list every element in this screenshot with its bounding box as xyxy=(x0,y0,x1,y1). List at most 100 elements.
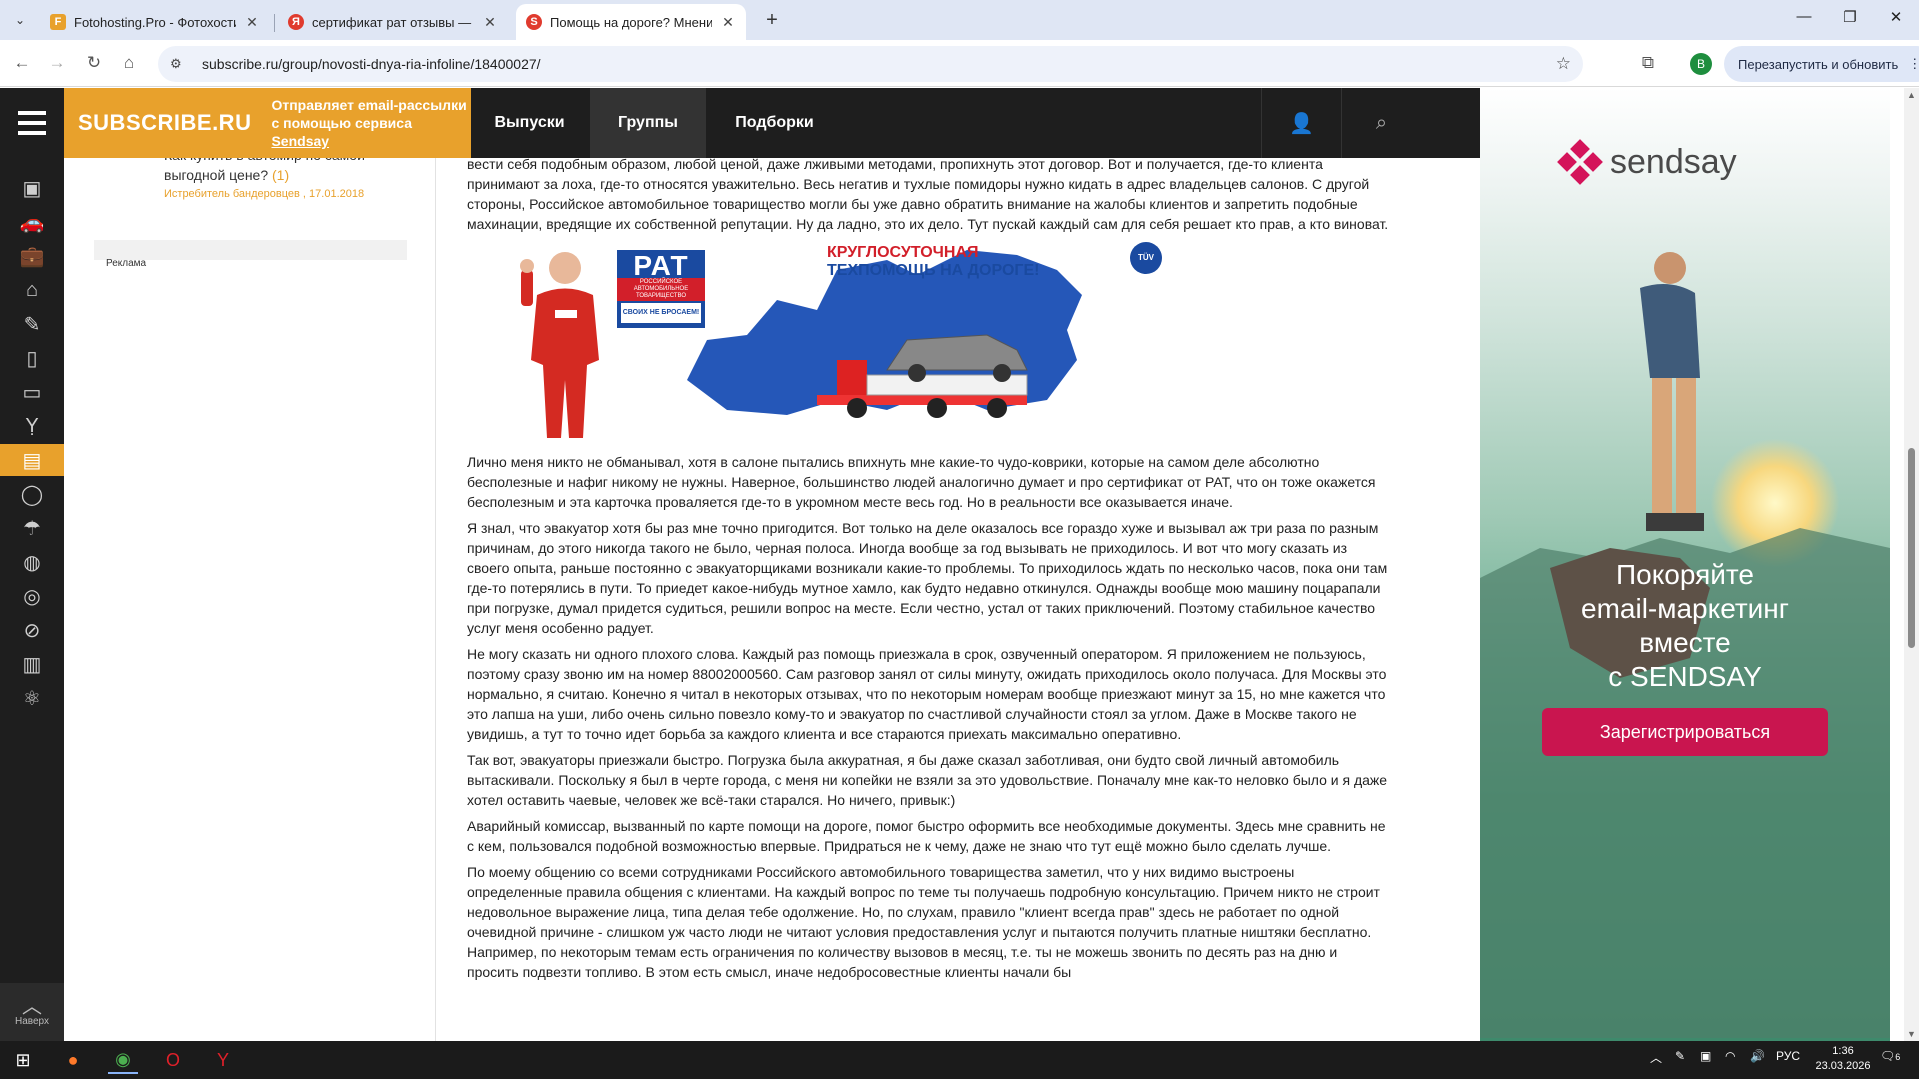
system-clock[interactable]: 1:36 23.03.2026 xyxy=(1813,1044,1873,1074)
relaunch-label: Перезапустить и обновить xyxy=(1738,56,1899,72)
profile-avatar[interactable]: В xyxy=(1690,53,1712,75)
reload-icon[interactable]: ↻ xyxy=(82,51,106,75)
globe-icon[interactable]: ◎ xyxy=(0,580,64,612)
close-window-icon[interactable]: ✕ xyxy=(1876,8,1916,26)
chrome-icon[interactable]: ◉ xyxy=(108,1046,138,1074)
compass-icon[interactable]: ⊘ xyxy=(0,614,64,646)
restore-icon[interactable]: ❐ xyxy=(1830,8,1870,26)
notification-count: 6 xyxy=(1895,1052,1901,1062)
site-header: SUBSCRIBE.RU Отправляет email-рассылки с… xyxy=(64,88,1480,158)
banner-headline-line1: КРУГЛОСУТОЧНАЯ xyxy=(827,244,979,261)
tab-subscribe-active[interactable]: S Помощь на дороге? Мнение п ✕ xyxy=(516,4,746,40)
scroll-to-top-button[interactable]: ︿ Наверх xyxy=(0,983,64,1041)
language-indicator[interactable]: РУС xyxy=(1776,1049,1800,1063)
close-tab-icon[interactable]: ✕ xyxy=(482,14,498,31)
car-icon[interactable]: 🚗 xyxy=(0,206,64,238)
mechanic-figure-image xyxy=(520,252,599,438)
nav-issues[interactable]: Выпуски xyxy=(471,88,588,158)
windows-taskbar: ⊞ ● ◉ O Y ︿ ✎ ▣ ◠ 🔊 РУС 1:36 23.03.2026 … xyxy=(0,1041,1919,1079)
site-info-icon[interactable]: ⚙ xyxy=(170,56,192,72)
article-paragraph: По моему общению со всеми сотрудниками Р… xyxy=(467,864,1380,980)
article-paragraph: Я знал, что эвакуатор хотя бы раз мне то… xyxy=(467,520,1388,636)
scrollbar-thumb[interactable] xyxy=(1908,448,1915,648)
nav-collections[interactable]: Подборки xyxy=(707,88,842,158)
relaunch-update-button[interactable]: Перезапустить и обновить ⋮ xyxy=(1724,46,1919,82)
notification-center-icon[interactable]: 🗨6 xyxy=(1880,1049,1900,1063)
network-icon[interactable]: ▣ xyxy=(1700,1049,1711,1063)
cocktail-icon[interactable]: Ỵ xyxy=(0,410,64,442)
nav-groups[interactable]: Группы xyxy=(590,88,706,158)
hamburger-menu-icon[interactable] xyxy=(0,88,64,158)
related-question-meta[interactable]: Истребитель бандеровцев , 17.01.2018 xyxy=(164,188,364,200)
url-text[interactable]: subscribe.ru/group/novosti-dnya-ria-info… xyxy=(202,56,541,72)
phone-icon[interactable]: ▯ xyxy=(0,342,64,374)
opera-icon[interactable]: O xyxy=(158,1046,188,1074)
monitor-icon[interactable]: ▭ xyxy=(0,376,64,408)
page-scrollbar[interactable]: ▲ ▼ xyxy=(1904,88,1919,1041)
ad-label: Реклама xyxy=(106,258,147,269)
bookmark-star-icon[interactable]: ☆ xyxy=(1556,54,1571,74)
article-paragraph: вести себя подобным образом, любой ценой… xyxy=(467,156,1389,232)
forward-arrow-icon[interactable]: → xyxy=(45,51,69,75)
register-button[interactable]: Зарегистрироваться xyxy=(1542,708,1828,756)
ad-headline-line4: с SENDSAY xyxy=(1608,661,1762,692)
clock-time: 1:36 xyxy=(1832,1045,1854,1057)
more-vertical-icon[interactable]: ⋮ xyxy=(1908,56,1919,72)
site-logo[interactable]: SUBSCRIBE.RU xyxy=(78,110,251,136)
article-paragraph: Не могу сказать ни одного плохого слова.… xyxy=(467,646,1387,742)
back-arrow-icon[interactable]: ← xyxy=(10,51,34,75)
tab-fotohosting[interactable]: F Fotohosting.Pro - Фотохостинг ✕ xyxy=(40,4,270,40)
address-bar[interactable]: ⚙ subscribe.ru/group/novosti-dnya-ria-in… xyxy=(158,46,1583,82)
tab-yandex-search[interactable]: Я сертификат рат отзывы — Янд ✕ xyxy=(278,4,508,40)
pencil-icon[interactable]: ✎ xyxy=(0,308,64,340)
clock-date: 23.03.2026 xyxy=(1815,1060,1871,1072)
news-doc-icon[interactable]: ▤ xyxy=(0,444,64,476)
tray-chevron-up-icon[interactable]: ︿ xyxy=(1650,1049,1662,1066)
home-icon[interactable]: ⌂ xyxy=(117,51,141,75)
sendsay-link[interactable]: Sendsay xyxy=(271,133,329,149)
search-icon[interactable]: ⌕ xyxy=(1341,88,1421,158)
molecule-icon[interactable]: ⚛ xyxy=(0,682,64,714)
tab-title: Помощь на дороге? Мнение п xyxy=(550,14,712,30)
pen-icon[interactable]: ✎ xyxy=(1675,1049,1685,1063)
scroll-up-arrow-icon[interactable]: ▲ xyxy=(1907,90,1916,100)
tab-divider xyxy=(274,14,275,32)
tab-title: Fotohosting.Pro - Фотохостинг xyxy=(74,14,236,30)
ad-headline: Покоряйте email-маркетинг вместе с SENDS… xyxy=(1480,558,1890,694)
article-paragraph: Так вот, эвакуаторы приезжали быстро. По… xyxy=(467,752,1388,808)
chart-bars-icon[interactable]: ▥ xyxy=(0,648,64,680)
column-divider xyxy=(435,158,436,1041)
hiker-figure-image xyxy=(1640,252,1704,531)
browser-toolbar: ← → ↻ ⌂ ⚙ subscribe.ru/group/novosti-dny… xyxy=(0,40,1919,87)
chat-bubble-icon[interactable]: ◯ xyxy=(0,478,64,510)
close-tab-icon[interactable]: ✕ xyxy=(244,14,260,31)
umbrella-icon[interactable]: ☂ xyxy=(0,512,64,544)
ad-placeholder xyxy=(94,240,407,260)
ball-icon[interactable]: ◍ xyxy=(0,546,64,578)
chevron-up-icon: ︿ xyxy=(22,995,42,1018)
windows-start-icon[interactable]: ⊞ xyxy=(8,1046,38,1074)
sendsay-logo-icon xyxy=(1557,139,1603,185)
close-tab-icon[interactable]: ✕ xyxy=(720,14,736,31)
banner-headline-line2: ТЕХПОМОЩЬ НА ДОРОГЕ! xyxy=(827,262,1040,279)
yandex-browser-icon[interactable]: Y xyxy=(208,1046,238,1074)
scroll-down-arrow-icon[interactable]: ▼ xyxy=(1907,1029,1916,1039)
house-icon[interactable]: ⌂ xyxy=(0,274,64,306)
article-paragraph: Лично меня никто не обманывал, хотя в са… xyxy=(467,454,1376,510)
new-tab-plus-icon[interactable]: + xyxy=(760,9,784,32)
subscribe-favicon-icon: S xyxy=(526,14,542,30)
volume-icon[interactable]: 🔊 xyxy=(1750,1049,1765,1063)
firefox-icon[interactable]: ● xyxy=(58,1046,88,1074)
tab-search-chevron-icon[interactable]: ⌄ xyxy=(8,8,32,32)
article-paragraph: Аварийный комиссар, вызванный по карте п… xyxy=(467,818,1386,854)
minimize-icon[interactable]: — xyxy=(1784,8,1824,25)
tuv-badge: TÜV xyxy=(1130,242,1162,274)
layout-icon[interactable]: ▣ xyxy=(0,172,64,204)
sendsay-advertisement[interactable]: sendsay Покоряйте email-маркетинг вместе… xyxy=(1480,88,1919,1041)
briefcase-icon[interactable]: 💼 xyxy=(0,240,64,272)
site-logo-block[interactable]: SUBSCRIBE.RU Отправляет email-рассылки с… xyxy=(64,88,471,158)
user-icon[interactable]: 👤 xyxy=(1261,88,1341,158)
wifi-icon[interactable]: ◠ xyxy=(1725,1049,1735,1063)
browser-tab-strip: ⌄ F Fotohosting.Pro - Фотохостинг ✕ Я се… xyxy=(0,0,1919,40)
extensions-puzzle-icon[interactable]: ⧉ xyxy=(1636,51,1660,75)
